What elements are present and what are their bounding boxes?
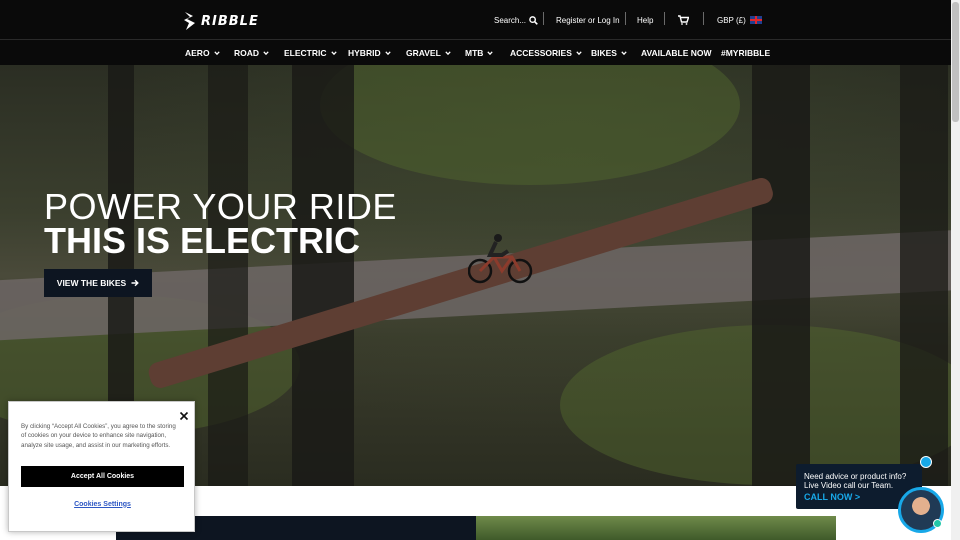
ribble-logo[interactable]: RIBBLE — [183, 10, 259, 32]
nav-item-electric[interactable]: ELECTRIC — [284, 40, 337, 65]
nav-item-label: HYBRID — [348, 47, 381, 58]
cart-button[interactable] — [678, 0, 689, 40]
cart-icon — [678, 15, 689, 25]
chevron-down-icon — [263, 50, 269, 55]
header-divider — [664, 12, 665, 25]
hero-cta-label: VIEW THE BIKES — [56, 278, 127, 288]
chat-line1: Need advice or product info? — [804, 472, 907, 481]
cookie-consent-text: By clicking “Accept All Cookies”, you ag… — [21, 423, 176, 449]
accept-all-cookies-button[interactable]: Accept All Cookies — [21, 466, 184, 487]
nav-item-label: ELECTRIC — [284, 47, 327, 58]
top-header: RIBBLE Search... Register or Log In Help… — [0, 0, 951, 40]
chat-line2: Live Video call our Team. — [804, 481, 894, 490]
nav-item-hybrid[interactable]: HYBRID — [348, 40, 391, 65]
hero-tree-trunk — [752, 65, 810, 486]
main-nav: AERO ROAD ELECTRIC HYBRID GRAVEL MTB ACC… — [0, 40, 951, 65]
header-divider — [625, 12, 626, 25]
hero-tree-trunk — [292, 65, 354, 486]
nav-item-bikes[interactable]: BIKES — [591, 40, 627, 65]
chevron-down-icon — [621, 50, 627, 55]
view-the-bikes-button[interactable]: VIEW THE BIKES — [44, 269, 152, 297]
ribble-logo-icon — [184, 12, 195, 30]
nav-item-label: AERO — [185, 47, 210, 58]
logo-text: RIBBLE — [201, 13, 259, 29]
hero-tree-trunk — [900, 65, 948, 486]
nav-item-label: GRAVEL — [406, 47, 441, 58]
online-status-dot — [933, 519, 942, 528]
nav-item-gravel[interactable]: GRAVEL — [406, 40, 451, 65]
nav-item-mtb[interactable]: MTB — [465, 40, 494, 65]
cookies-settings-link[interactable]: Cookies Settings — [21, 498, 184, 510]
search-label: Search... — [494, 15, 527, 25]
currency-selector[interactable]: GBP (£) — [717, 0, 762, 40]
hero-foliage — [320, 65, 740, 185]
chevron-down-icon — [384, 50, 391, 55]
chevron-down-icon — [330, 50, 337, 55]
page-scrollbar[interactable] — [951, 0, 960, 540]
search-link[interactable]: Search... — [494, 0, 538, 40]
currency-label: GBP (£) — [717, 15, 746, 25]
nav-item-label: AVAILABLE NOW — [641, 47, 712, 58]
promo-panel-image[interactable] — [476, 516, 836, 540]
close-icon[interactable] — [179, 411, 189, 421]
chevron-down-icon — [487, 50, 494, 55]
search-icon — [529, 15, 538, 25]
chat-close-icon[interactable] — [920, 456, 932, 468]
chevron-down-icon — [576, 50, 582, 55]
nav-item-label: #MYRIBBLE — [721, 47, 771, 58]
nav-item-myribble[interactable]: #MYRIBBLE — [721, 40, 770, 65]
nav-item-available-now[interactable]: AVAILABLE NOW — [641, 40, 712, 65]
nav-item-label: ROAD — [234, 47, 260, 58]
chevron-down-icon — [445, 50, 451, 55]
cyclist-illustration — [468, 234, 533, 284]
scrollbar-thumb[interactable] — [952, 2, 959, 122]
nav-item-label: MTB — [465, 47, 484, 58]
header-divider — [703, 12, 704, 25]
uk-flag-icon — [749, 16, 762, 24]
header-divider — [543, 12, 544, 25]
help-link[interactable]: Help — [637, 0, 653, 40]
page: RIBBLE Search... Register or Log In Help… — [0, 0, 960, 540]
arrow-right-icon — [131, 279, 140, 287]
call-now-link[interactable]: CALL NOW > — [804, 492, 860, 502]
nav-item-label: BIKES — [591, 47, 617, 58]
cookie-consent-dialog: By clicking “Accept All Cookies”, you ag… — [8, 401, 195, 532]
hero-headline-line2: THIS IS ELECTRIC — [44, 220, 361, 261]
register-login-link[interactable]: Register or Log In — [556, 0, 620, 40]
chevron-down-icon — [213, 50, 220, 55]
nav-item-accessories[interactable]: ACCESSORIES — [510, 40, 582, 65]
nav-item-label: ACCESSORIES — [510, 47, 572, 58]
nav-item-aero[interactable]: AERO — [185, 40, 220, 65]
hero-tree-trunk — [208, 65, 248, 486]
nav-item-road[interactable]: ROAD — [234, 40, 269, 65]
